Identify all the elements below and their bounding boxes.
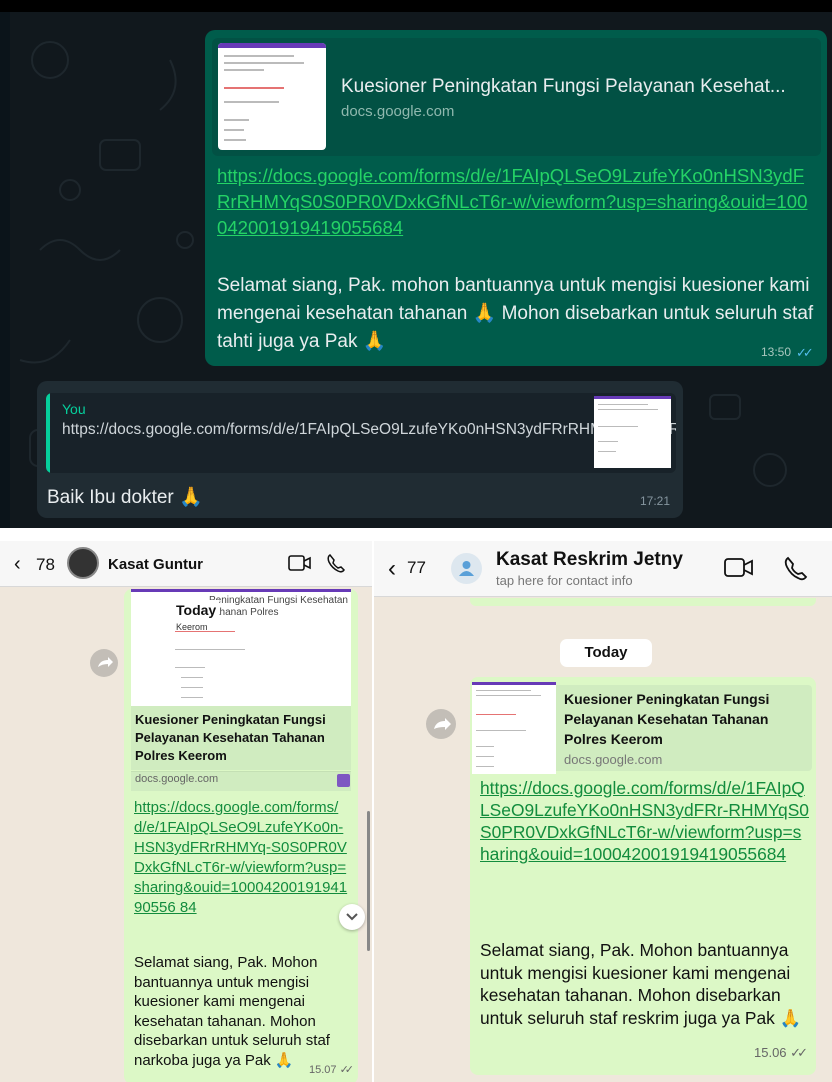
forward-icon[interactable] [90,649,118,677]
collage-divider [0,528,832,541]
quote-sender: You [62,401,86,417]
contact-name[interactable]: Kasat Guntur [108,556,203,573]
message-timestamp: 13:50 [761,345,792,359]
desktop-chat-panel: Kuesioner Peningkatan Fungsi Pelayanan K… [0,0,832,528]
left-phone-chat: ‹ 78 Kasat Guntur Peningkatan Fungsi Kes… [0,541,372,1082]
quoted-message[interactable]: You https://docs.google.com/forms/d/e/1F… [46,393,676,473]
time-text: 15.07 [309,1064,337,1076]
forward-icon[interactable] [426,709,456,739]
person-icon [459,561,474,576]
read-receipt-icon: ✓✓ [339,1064,355,1076]
scroll-down-button[interactable] [339,904,365,930]
phone-call-icon[interactable] [783,556,809,582]
right-phone-chat: ‹ 77 Kasat Reskrim Jetny tap here for co… [374,541,832,1082]
form-url-link[interactable]: https://docs.google.com/forms/d/e/1FAIpQ… [134,798,350,918]
thumbnail-form-subtitle: Keerom [176,622,208,632]
read-receipt-icon: ✓✓ [790,1045,808,1060]
link-preview-domain: docs.google.com [341,103,455,120]
read-receipt-icon: ✓✓ [796,345,814,360]
screenshot-collage: Kuesioner Peningkatan Fungsi Pelayanan K… [0,0,832,1082]
video-call-icon[interactable] [288,554,312,572]
date-chip: Today [560,639,652,667]
phone-call-icon[interactable] [326,553,346,573]
message-timestamp: 17:21 [640,494,671,508]
outgoing-message-text: Selamat siang, Pak. Mohon bantuannya unt… [134,954,330,1069]
outgoing-message-text: Selamat siang, Pak. Mohon bantuannya unt… [480,940,802,1028]
video-call-icon[interactable] [724,557,754,579]
top-edge [0,0,832,12]
link-preview-title: Kuesioner Peningkatan Fungsi Pelayanan K… [564,691,770,747]
unread-count[interactable]: 77 [407,558,426,578]
avatar[interactable] [451,553,482,584]
quote-accent-bar [46,393,50,473]
previous-message-bubble [470,598,816,606]
chat-header: ‹ 78 Kasat Guntur [0,541,372,587]
form-preview-thumbnail [472,682,556,774]
date-chip: Today [173,600,220,620]
back-chevron-icon[interactable]: ‹ [14,553,21,576]
chat-header: ‹ 77 Kasat Reskrim Jetny tap here for co… [374,541,832,597]
chevron-down-icon [346,913,358,921]
quote-link-text: https://docs.google.com/forms/d/e/1FAIpQ… [62,421,676,438]
contact-info-hint[interactable]: tap here for contact info [496,573,633,588]
message-timestamp: 15.06 ✓✓ [754,1045,808,1061]
unread-count[interactable]: 78 [36,555,55,575]
link-preview-title: Kuesioner Peningkatan Fungsi Pelayanan K… [135,712,326,763]
quote-thumbnail [594,396,671,468]
form-preview-thumbnail [218,43,326,150]
scrollbar[interactable] [367,811,370,951]
back-chevron-icon[interactable]: ‹ [388,555,396,583]
form-url-link[interactable]: https://docs.google.com/forms/d/e/1FAIpQ… [480,777,810,865]
contact-name[interactable]: Kasat Reskrim Jetny [496,549,683,571]
message-timestamp: 15.07 ✓✓ [309,1063,355,1076]
incoming-message-text: Baik Ibu dokter 🙏 [47,487,203,508]
link-preview-title: Kuesioner Peningkatan Fungsi Pelayanan K… [341,76,786,97]
link-preview-domain: docs.google.com [135,773,219,785]
avatar[interactable] [67,547,99,579]
outgoing-message-text: Selamat siang, Pak. mohon bantuannya unt… [217,275,814,352]
thumbnail-form-title: Peningkatan Fungsi Kesehatan Tahanan Pol… [209,595,348,618]
time-text: 15.06 [754,1045,787,1060]
form-url-link[interactable]: https://docs.google.com/forms/d/e/1FAIpQ… [217,163,817,241]
link-preview-domain: docs.google.com [564,752,663,767]
google-forms-icon [337,774,350,787]
